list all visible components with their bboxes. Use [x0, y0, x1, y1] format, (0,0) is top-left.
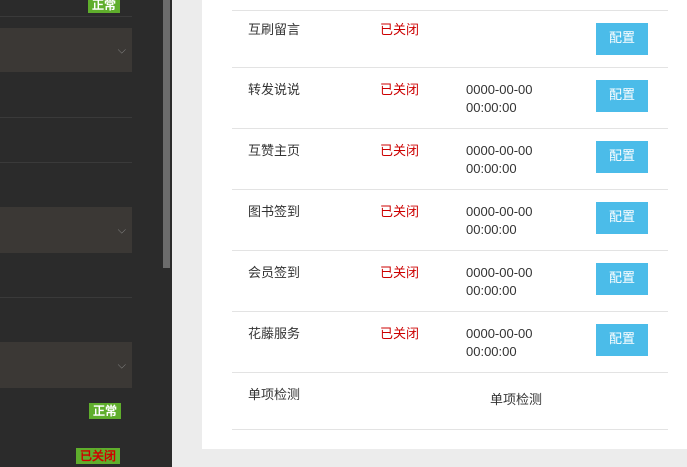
service-status: 已关闭	[380, 266, 420, 281]
service-clock: 00:00:00	[466, 283, 517, 298]
table-row-partial	[232, 0, 668, 11]
sidebar-scrollbar[interactable]	[163, 0, 170, 268]
service-clock: 00:00:00	[466, 344, 517, 359]
sidebar-dropdown[interactable]: ⌵	[0, 28, 132, 72]
status-badge-normal: 正常	[89, 403, 122, 419]
service-date: 0000-00-00	[466, 326, 533, 341]
service-date: 0000-00-00	[466, 204, 533, 219]
chevron-down-icon: ⌵	[117, 223, 126, 237]
service-date: 0000-00-00	[466, 265, 533, 280]
config-button[interactable]: 配置	[596, 263, 648, 295]
chevron-down-icon: ⌵	[117, 358, 126, 372]
divider	[0, 297, 132, 298]
service-status: 已关闭	[380, 23, 420, 38]
service-date: 0000-00-00	[466, 143, 533, 158]
service-clock: 00:00:00	[466, 222, 517, 237]
service-time: 0000-00-00 00:00:00	[466, 81, 533, 117]
table-row: 转发说说 已关闭 0000-00-00 00:00:00 配置	[232, 68, 668, 129]
service-clock: 00:00:00	[466, 100, 517, 115]
service-time: 0000-00-00 00:00:00	[466, 264, 533, 300]
service-name: 互刷留言	[248, 23, 301, 38]
config-button[interactable]: 配置	[596, 23, 648, 55]
service-clock: 00:00:00	[466, 161, 517, 176]
config-button[interactable]: 配置	[596, 324, 648, 356]
service-status: 已关闭	[380, 327, 420, 342]
status-badge-normal: 正常	[88, 0, 121, 13]
service-time: 0000-00-00 00:00:00	[466, 325, 533, 361]
table-row: 会员签到 已关闭 0000-00-00 00:00:00 配置	[232, 251, 668, 312]
chevron-down-icon: ⌵	[117, 43, 126, 57]
service-name: 花藤服务	[248, 327, 301, 342]
service-status: 已关闭	[380, 83, 420, 98]
service-status: 已关闭	[380, 144, 420, 159]
sidebar-dropdown[interactable]: ⌵	[0, 342, 132, 388]
config-button[interactable]: 配置	[596, 202, 648, 234]
table-row: 互赞主页 已关闭 0000-00-00 00:00:00 配置	[232, 129, 668, 190]
table-row: 花藤服务 已关闭 0000-00-00 00:00:00 配置	[232, 312, 668, 373]
table-row: 单项检测 单项检测	[232, 373, 668, 430]
divider	[0, 16, 132, 17]
single-check-link[interactable]: 单项检测	[490, 392, 542, 410]
config-button[interactable]: 配置	[596, 141, 648, 173]
service-status: 已关闭	[380, 205, 420, 220]
service-name: 转发说说	[248, 83, 301, 98]
table-row: 互刷留言 已关闭 配置	[232, 11, 668, 68]
divider	[0, 162, 132, 163]
service-name: 会员签到	[248, 266, 301, 281]
table-row: 图书签到 已关闭 0000-00-00 00:00:00 配置	[232, 190, 668, 251]
config-button[interactable]: 配置	[596, 80, 648, 112]
service-name: 互赞主页	[248, 144, 301, 159]
status-badge-closed: 已关闭	[76, 448, 121, 464]
service-time: 0000-00-00 00:00:00	[466, 203, 533, 239]
service-time: 0000-00-00 00:00:00	[466, 142, 533, 178]
sidebar-dropdown[interactable]: ⌵	[0, 207, 132, 253]
service-date: 0000-00-00	[466, 82, 533, 97]
service-name: 图书签到	[248, 205, 301, 220]
single-check-label: 单项检测	[248, 388, 301, 403]
sidebar: 正常 ⌵ ⌵ ⌵ 正常 已关闭	[0, 0, 172, 467]
divider	[0, 117, 132, 118]
